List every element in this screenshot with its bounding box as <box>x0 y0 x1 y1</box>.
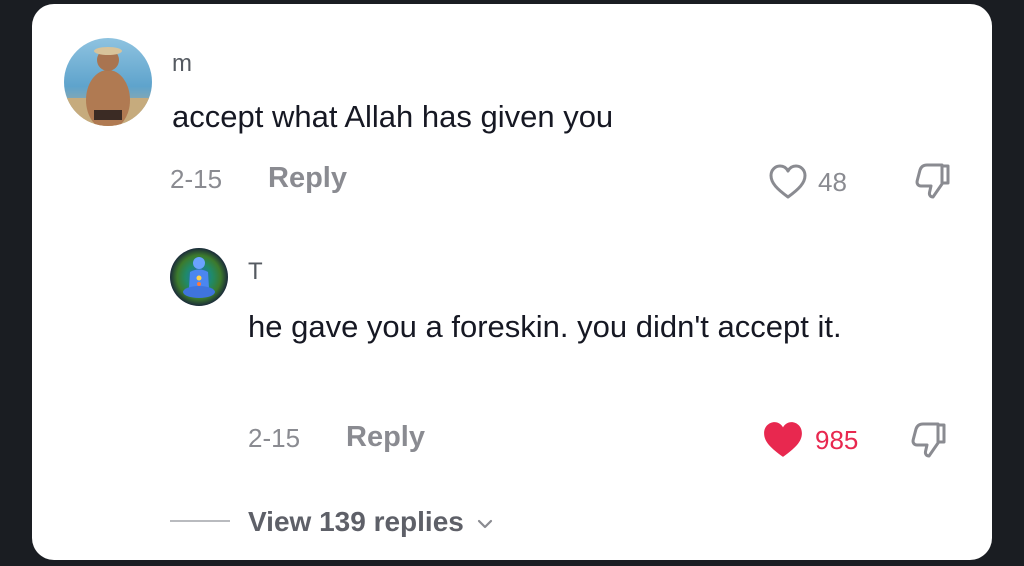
photo-avatar-icon <box>64 38 152 126</box>
comment-date: 2-15 <box>248 423 301 453</box>
dislike-icon[interactable] <box>908 420 950 460</box>
reply-button[interactable]: Reply <box>268 162 347 195</box>
heart-icon[interactable] <box>768 163 808 200</box>
like-count: 48 <box>818 167 847 197</box>
view-replies-button[interactable]: View 139 replies <box>248 506 494 538</box>
comment-text: accept what Allah has given you <box>172 99 614 134</box>
dislike-icon[interactable] <box>912 161 954 201</box>
heart-icon[interactable] <box>762 420 804 459</box>
avatar[interactable] <box>170 248 228 306</box>
comment-date: 2-15 <box>170 164 223 194</box>
chevron-down-icon <box>476 518 494 530</box>
meditation-avatar-icon <box>170 248 228 306</box>
avatar[interactable] <box>64 38 152 126</box>
comment-text: he gave you a foreskin. you didn't accep… <box>248 309 842 344</box>
comment-username[interactable]: T <box>248 258 263 286</box>
like-count: 985 <box>815 425 859 455</box>
view-replies-label: View 139 replies <box>248 506 464 537</box>
comment-card: m accept what Allah has given you 2-15 R… <box>32 4 992 560</box>
comment-username[interactable]: m <box>172 50 192 78</box>
divider <box>170 520 230 522</box>
reply-button[interactable]: Reply <box>346 421 425 454</box>
